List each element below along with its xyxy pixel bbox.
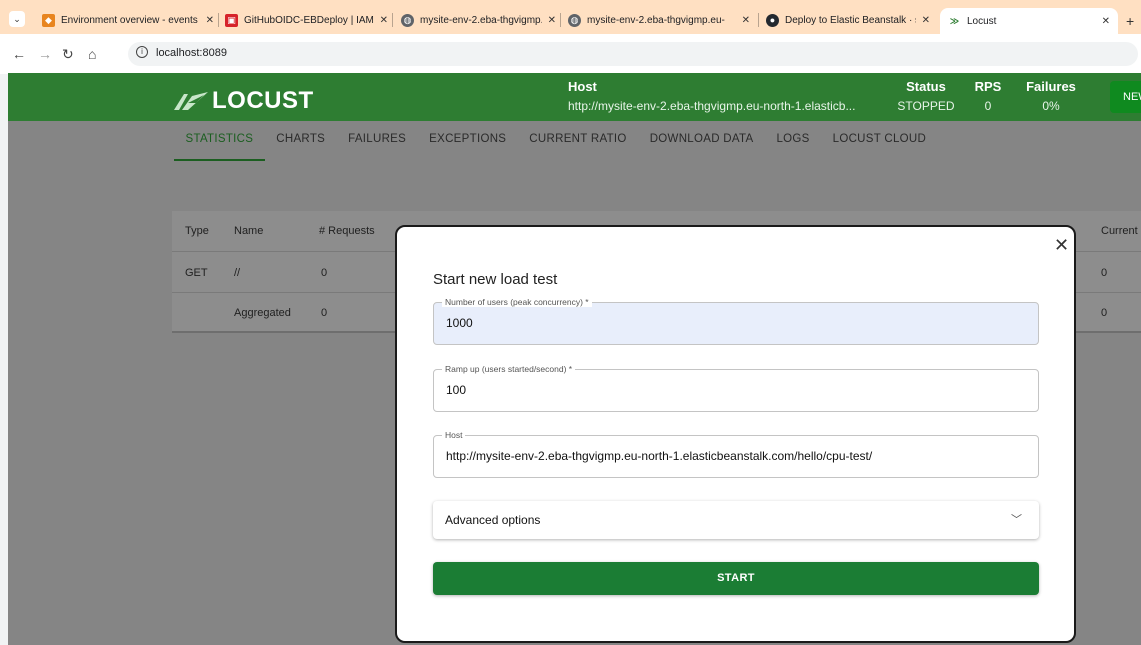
locust-header: LOCUST Host http://mysite-env-2.eba-thgv… (8, 73, 1141, 121)
column-header-type[interactable]: Type (185, 225, 209, 237)
ramp-up-field-label: Ramp up (users started/second) * (442, 364, 576, 374)
dialog-title: Start new load test (433, 271, 558, 288)
status-info: Status STOPPED (897, 79, 955, 113)
reload-icon[interactable]: ↻ (62, 46, 74, 63)
table-cell-current: 0 (1101, 307, 1108, 319)
close-tab-icon[interactable]: ✕ (1102, 16, 1110, 27)
github-icon: ● (766, 13, 779, 27)
address-bar[interactable]: i localhost:8089 (128, 42, 1138, 66)
users-field[interactable]: Number of users (peak concurrency) * 100… (433, 297, 1039, 345)
browser-tab-environment[interactable]: ◆ Environment overview - events ✕ (42, 11, 214, 29)
browser-tab-mysite-2[interactable]: ◍ mysite-env-2.eba-thgvigmp.eu- ✕ (568, 11, 750, 29)
forward-arrow-icon[interactable]: → (38, 46, 52, 62)
browser-tab-iam[interactable]: ▣ GitHubOIDC-EBDeploy | IAM | C ✕ (225, 11, 388, 29)
column-header-name[interactable]: Name (234, 225, 263, 237)
status-value: STOPPED (897, 99, 955, 113)
globe-icon: ◍ (568, 13, 581, 27)
main-tabs: STATISTICS CHARTS FAILURES EXCEPTIONS CU… (174, 121, 938, 161)
close-icon[interactable]: ✕ (1054, 236, 1069, 254)
column-header-requests[interactable]: # Requests (319, 225, 375, 237)
site-info-icon[interactable]: i (136, 46, 148, 58)
browser-tab-deploy[interactable]: ● Deploy to Elastic Beanstalk · s2c ✕ (766, 11, 930, 29)
globe-icon: ◍ (401, 13, 414, 27)
close-tab-icon[interactable]: ✕ (922, 15, 930, 26)
host-field-label: Host (442, 430, 466, 440)
table-cell-current: 0 (1101, 267, 1108, 279)
tab-search-chevron-icon[interactable]: ⌄ (9, 11, 25, 27)
table-cell-type: GET (185, 267, 208, 279)
failures-info: Failures 0% (1026, 79, 1076, 113)
column-header-current[interactable]: Current (1101, 225, 1138, 237)
tab-statistics[interactable]: STATISTICS (174, 121, 265, 161)
new-test-button[interactable]: NEW (1110, 81, 1141, 113)
tab-logs[interactable]: LOGS (765, 121, 821, 161)
advanced-options-accordion[interactable]: Advanced options ﹀ (433, 501, 1039, 539)
aws-iam-icon: ▣ (225, 13, 238, 27)
table-cell-requests: 0 (321, 267, 328, 279)
start-button[interactable]: START (433, 562, 1039, 595)
users-field-label: Number of users (peak concurrency) * (442, 297, 592, 307)
back-arrow-icon[interactable]: ← (12, 46, 26, 62)
host-field-value[interactable]: http://mysite-env-2.eba-thgvigmp.eu-nort… (446, 449, 872, 463)
tab-locust-cloud[interactable]: LOCUST CLOUD (821, 121, 938, 161)
tab-download-data[interactable]: DOWNLOAD DATA (638, 121, 765, 161)
advanced-options-label: Advanced options (445, 513, 541, 527)
close-tab-icon[interactable]: ✕ (742, 15, 750, 26)
locust-logo[interactable]: LOCUST (174, 87, 314, 115)
rps-info: RPS 0 (974, 79, 1002, 113)
table-cell-name: Aggregated (234, 307, 291, 319)
table-cell-requests: 0 (321, 307, 328, 319)
locust-icon: ≫ (949, 15, 960, 26)
chevron-down-icon[interactable]: ﹀ (1011, 511, 1022, 527)
browser-tab-mysite-1[interactable]: ◍ mysite-env-2.eba-thgvigmp.eu- ✕ (401, 11, 556, 29)
tab-failures[interactable]: FAILURES (337, 121, 418, 161)
new-tab-plus-icon[interactable]: + (1126, 13, 1134, 29)
tab-current-ratio[interactable]: CURRENT RATIO (518, 121, 638, 161)
home-icon[interactable]: ⌂ (88, 46, 96, 62)
start-load-test-dialog: ✕ Start new load test Number of users (p… (395, 225, 1076, 643)
browser-toolbar: ← → ↻ ⌂ i localhost:8089 (0, 34, 1141, 74)
tab-charts[interactable]: CHARTS (265, 121, 337, 161)
ramp-up-field[interactable]: Ramp up (users started/second) * 100 (433, 364, 1039, 412)
users-field-value[interactable]: 1000 (446, 316, 473, 330)
browser-tab-locust[interactable]: ≫ Locust ✕ (940, 8, 1118, 34)
ramp-up-field-value[interactable]: 100 (446, 383, 466, 397)
host-info: Host http://mysite-env-2.eba-thgvigmp.eu… (568, 79, 856, 113)
close-tab-icon[interactable]: ✕ (548, 15, 556, 26)
tab-exceptions[interactable]: EXCEPTIONS (418, 121, 518, 161)
table-cell-name: // (234, 267, 241, 279)
aws-icon: ◆ (42, 13, 55, 27)
browser-tab-bar: ⌄ ◆ Environment overview - events ✕ ▣ Gi… (0, 0, 1141, 34)
close-tab-icon[interactable]: ✕ (380, 15, 388, 26)
host-field[interactable]: Host http://mysite-env-2.eba-thgvigmp.eu… (433, 430, 1039, 478)
close-tab-icon[interactable]: ✕ (206, 15, 214, 26)
locust-logo-icon (174, 92, 208, 110)
